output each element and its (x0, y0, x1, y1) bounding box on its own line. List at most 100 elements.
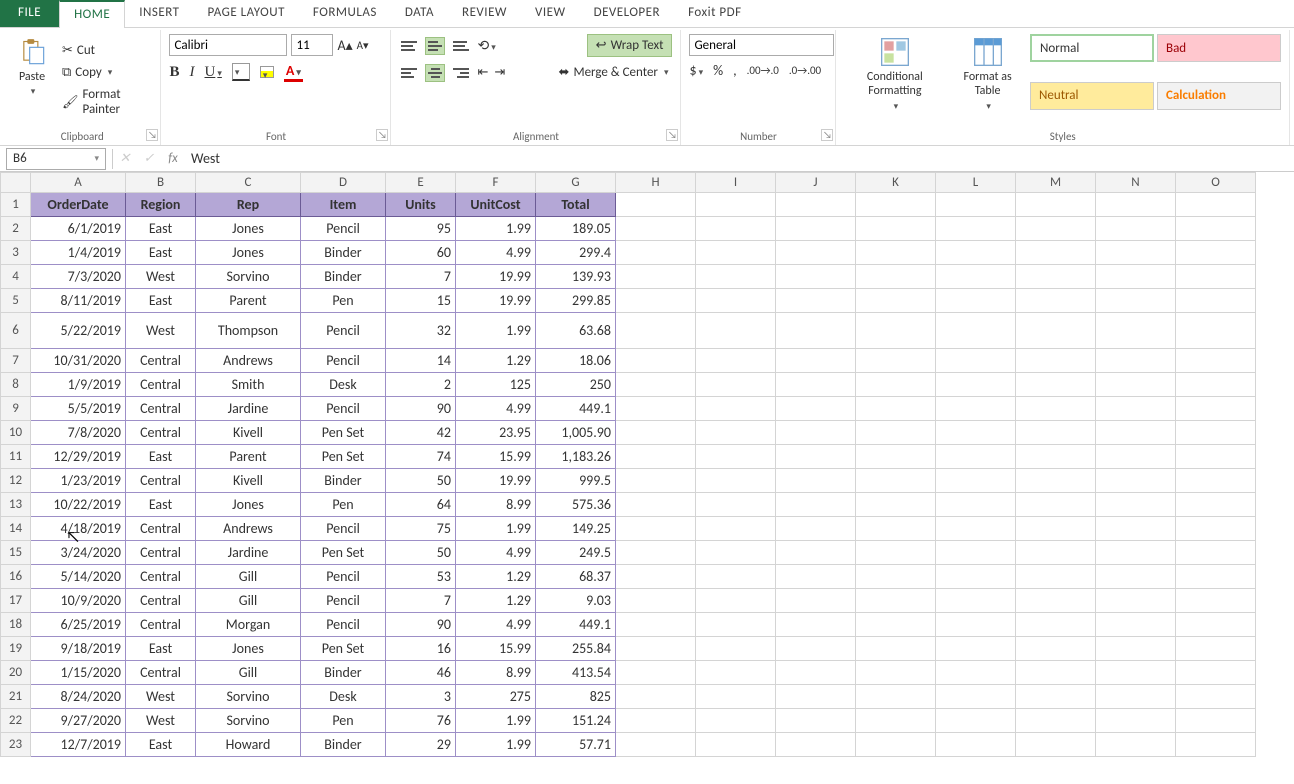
cell[interactable] (856, 289, 936, 313)
cell[interactable] (776, 193, 856, 217)
cell[interactable] (1016, 613, 1096, 637)
align-right-icon[interactable] (451, 64, 471, 82)
cell[interactable] (856, 685, 936, 709)
tab-view[interactable]: VIEW (521, 0, 580, 27)
cell[interactable]: Binder (301, 241, 386, 265)
cell[interactable] (1016, 421, 1096, 445)
cell[interactable] (1016, 289, 1096, 313)
cell[interactable] (856, 613, 936, 637)
cell[interactable]: 64 (386, 493, 456, 517)
cell[interactable]: Kivell (196, 469, 301, 493)
cell[interactable] (1176, 373, 1256, 397)
cell[interactable]: Desk (301, 373, 386, 397)
font-launcher-icon[interactable]: ↘ (376, 129, 388, 141)
row-header-5[interactable]: 5 (1, 289, 31, 313)
cell[interactable]: 15.99 (456, 637, 536, 661)
cell[interactable]: Jones (196, 241, 301, 265)
cell[interactable] (616, 265, 696, 289)
cell[interactable]: 29 (386, 733, 456, 757)
cell[interactable]: 9.03 (536, 589, 616, 613)
cell[interactable]: 75 (386, 517, 456, 541)
cell[interactable]: 149.25 (536, 517, 616, 541)
cell[interactable] (1096, 445, 1176, 469)
cell[interactable] (1016, 637, 1096, 661)
cell[interactable]: 4.99 (456, 397, 536, 421)
cell[interactable]: 249.5 (536, 541, 616, 565)
cell[interactable] (936, 733, 1016, 757)
cell[interactable]: 46 (386, 661, 456, 685)
cell[interactable] (936, 397, 1016, 421)
wrap-text-button[interactable]: ↩Wrap Text (587, 34, 673, 57)
row-header-23[interactable]: 23 (1, 733, 31, 757)
row-header-15[interactable]: 15 (1, 541, 31, 565)
cell[interactable]: 8.99 (456, 493, 536, 517)
cell[interactable]: Pen (301, 493, 386, 517)
cell[interactable] (1176, 241, 1256, 265)
cell[interactable]: 1.99 (456, 217, 536, 241)
increase-font-icon[interactable]: A▴ (337, 37, 352, 54)
cell[interactable] (1096, 637, 1176, 661)
cell[interactable] (616, 421, 696, 445)
cell[interactable]: Kivell (196, 421, 301, 445)
cell[interactable]: 12/7/2019 (31, 733, 126, 757)
cell[interactable]: 9/27/2020 (31, 709, 126, 733)
cell[interactable] (1016, 349, 1096, 373)
cell[interactable] (1176, 289, 1256, 313)
percent-format-button[interactable]: % (713, 62, 723, 79)
cell[interactable] (776, 637, 856, 661)
cell[interactable] (696, 289, 776, 313)
cell-style-bad[interactable]: Bad (1157, 34, 1281, 62)
cell[interactable]: 19.99 (456, 289, 536, 313)
cell[interactable] (616, 637, 696, 661)
cell[interactable] (696, 349, 776, 373)
cell[interactable] (776, 685, 856, 709)
cell[interactable] (696, 733, 776, 757)
cell[interactable] (776, 313, 856, 349)
cell[interactable] (776, 661, 856, 685)
border-button[interactable] (232, 63, 250, 81)
cell[interactable]: 275 (456, 685, 536, 709)
cell[interactable]: Central (126, 397, 196, 421)
cell[interactable]: 4/18/2019 (31, 517, 126, 541)
align-middle-icon[interactable] (425, 37, 445, 55)
cell[interactable]: 2 (386, 373, 456, 397)
alignment-launcher-icon[interactable]: ↘ (666, 129, 678, 141)
cell[interactable]: Pencil (301, 613, 386, 637)
cell[interactable]: 7 (386, 589, 456, 613)
cell[interactable]: 19.99 (456, 265, 536, 289)
cell[interactable]: Pencil (301, 589, 386, 613)
cell[interactable] (616, 517, 696, 541)
cell[interactable]: 1/4/2019 (31, 241, 126, 265)
tab-formulas[interactable]: FORMULAS (299, 0, 391, 27)
cell[interactable]: Gill (196, 565, 301, 589)
copy-button[interactable]: ⧉Copy (58, 63, 152, 82)
cell[interactable] (1176, 661, 1256, 685)
format-painter-button[interactable]: 🖌Format Painter (58, 85, 152, 119)
cell[interactable] (1096, 661, 1176, 685)
cell[interactable] (616, 313, 696, 349)
cell[interactable] (616, 349, 696, 373)
cell[interactable] (696, 373, 776, 397)
fx-icon[interactable]: fx (161, 151, 185, 166)
cell[interactable]: Central (126, 469, 196, 493)
cell[interactable]: 10/22/2019 (31, 493, 126, 517)
cell[interactable]: Andrews (196, 517, 301, 541)
col-header-J[interactable]: J (776, 173, 856, 193)
tab-foxit-pdf[interactable]: Foxit PDF (674, 0, 756, 27)
col-header-K[interactable]: K (856, 173, 936, 193)
col-header-L[interactable]: L (936, 173, 1016, 193)
number-launcher-icon[interactable]: ↘ (821, 129, 833, 141)
cell[interactable]: 60 (386, 241, 456, 265)
row-header-13[interactable]: 13 (1, 493, 31, 517)
cell[interactable] (696, 265, 776, 289)
cell[interactable]: 15 (386, 289, 456, 313)
formula-input[interactable]: West (185, 150, 1294, 167)
accounting-format-button[interactable]: $ (689, 62, 703, 79)
format-as-table-button[interactable]: Format as Table (951, 34, 1024, 126)
cell[interactable] (776, 289, 856, 313)
decrease-font-icon[interactable]: A▾ (357, 39, 369, 52)
cell[interactable]: Thompson (196, 313, 301, 349)
spreadsheet-grid[interactable]: ABCDEFGHIJKLMNO1OrderDateRegionRepItemUn… (0, 172, 1294, 784)
cell[interactable]: Central (126, 589, 196, 613)
cell[interactable] (1016, 541, 1096, 565)
